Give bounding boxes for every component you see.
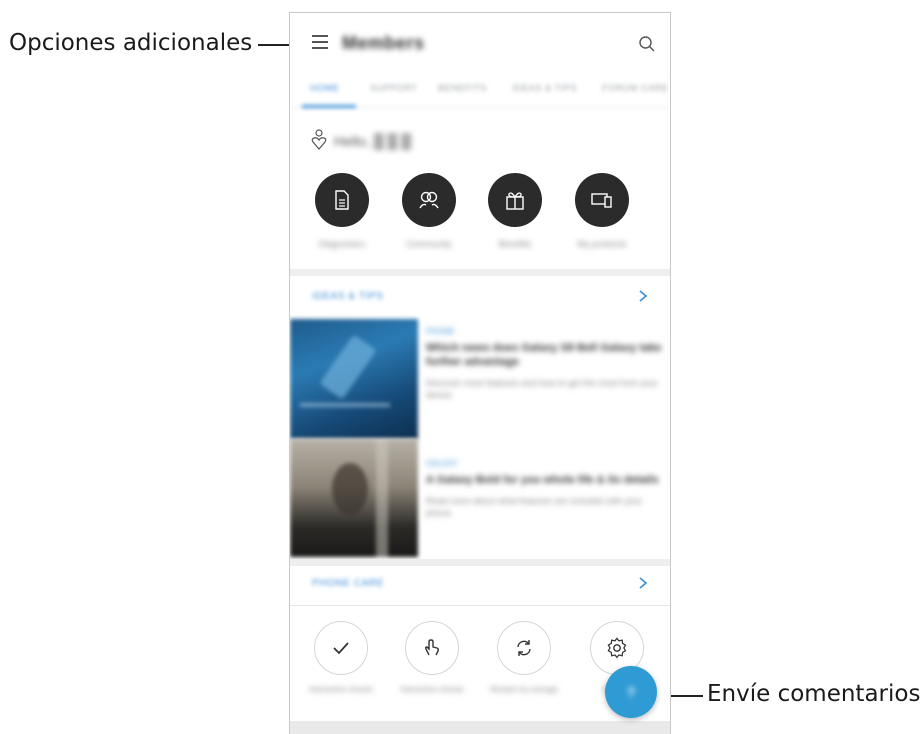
greeting-text: Hello, █ █ █ <box>334 133 412 149</box>
tab-ideas[interactable]: IDEAS & TIPS <box>512 83 577 93</box>
tool-label: Interactive checks <box>399 685 465 694</box>
article-thumbnail[interactable] <box>290 439 418 557</box>
callout-more-options: Opciones adicionales <box>9 30 253 56</box>
article-title: A Galaxy Bold for you whole life & its d… <box>426 474 659 486</box>
tool-touch[interactable]: Interactive checks <box>387 621 477 695</box>
article-desc: Discover more features and how to get th… <box>426 378 659 400</box>
devices-icon <box>591 193 612 208</box>
article-desc: Read more about what features are includ… <box>426 496 643 518</box>
greeting-label: Hello, <box>334 133 374 149</box>
send-feedback-button[interactable]: ? <box>605 666 657 718</box>
search-icon[interactable] <box>638 35 656 53</box>
touch-icon <box>424 639 440 656</box>
quick-action-label: Community <box>406 239 452 249</box>
bottom-strip <box>290 721 670 734</box>
tab-indicator <box>302 105 356 108</box>
quick-action-diagnostics[interactable]: Diagnostics <box>302 173 382 249</box>
section-title: PHONE CARE <box>312 578 385 589</box>
callout-send-feedback: Envíe comentarios <box>707 681 921 707</box>
chevron-right-icon <box>639 577 648 589</box>
hello-heart-icon <box>311 129 327 150</box>
check-icon <box>333 642 349 655</box>
gear-icon <box>607 637 627 659</box>
quick-action-label: My products <box>577 239 627 249</box>
chevron-right-icon <box>639 290 648 302</box>
section-separator <box>290 605 670 606</box>
quick-action-community[interactable]: Community <box>389 173 469 249</box>
tab-bar: HOME SUPPORT BENEFITS IDEAS & TIPS FORUM… <box>290 73 670 108</box>
tab-support[interactable]: SUPPORT <box>370 83 418 93</box>
refresh-icon <box>517 640 531 656</box>
article-tag: PHONE <box>426 327 455 336</box>
tab-home[interactable]: HOME <box>310 83 339 93</box>
app-bar: Members <box>290 13 670 73</box>
quick-action-label: Diagnostics <box>318 239 366 249</box>
menu-icon[interactable] <box>312 35 328 49</box>
feedback-icon: ? <box>626 684 636 700</box>
tool-refresh[interactable]: Restart my storage <box>479 621 569 695</box>
tool-check[interactable]: Interactive checks <box>296 621 386 695</box>
article-tag: GALAXY <box>426 459 459 468</box>
gift-icon <box>506 192 524 210</box>
article-title: Which news does Galaxy S8 Bell Galaxy ta… <box>426 342 662 368</box>
article-thumbnail[interactable] <box>290 319 418 439</box>
tips-section-header[interactable]: IDEAS & TIPS <box>290 279 670 319</box>
article-item[interactable]: GALAXY A Galaxy Bold for you whole life … <box>426 459 662 519</box>
section-divider <box>290 269 670 276</box>
section-title: IDEAS & TIPS <box>312 291 384 302</box>
tab-forum[interactable]: FORUM CARE <box>602 83 669 93</box>
app-title: Members <box>342 33 425 53</box>
people-icon <box>419 191 439 209</box>
document-icon <box>335 190 349 210</box>
article-item[interactable]: PHONE Which news does Galaxy S8 Bell Gal… <box>426 327 662 401</box>
tool-label: Interactive checks <box>308 685 374 694</box>
phone-screen: Members HOME SUPPORT BENEFITS IDEAS & TI… <box>289 12 671 734</box>
tab-benefits[interactable]: BENEFITS <box>438 83 487 93</box>
tool-label: Restart my storage <box>490 685 558 694</box>
tools-section-header[interactable]: PHONE CARE <box>290 566 670 606</box>
quick-action-products[interactable]: My products <box>562 173 642 249</box>
quick-action-benefits[interactable]: Benefits <box>475 173 555 249</box>
section-divider <box>290 559 670 566</box>
quick-action-label: Benefits <box>498 239 532 249</box>
